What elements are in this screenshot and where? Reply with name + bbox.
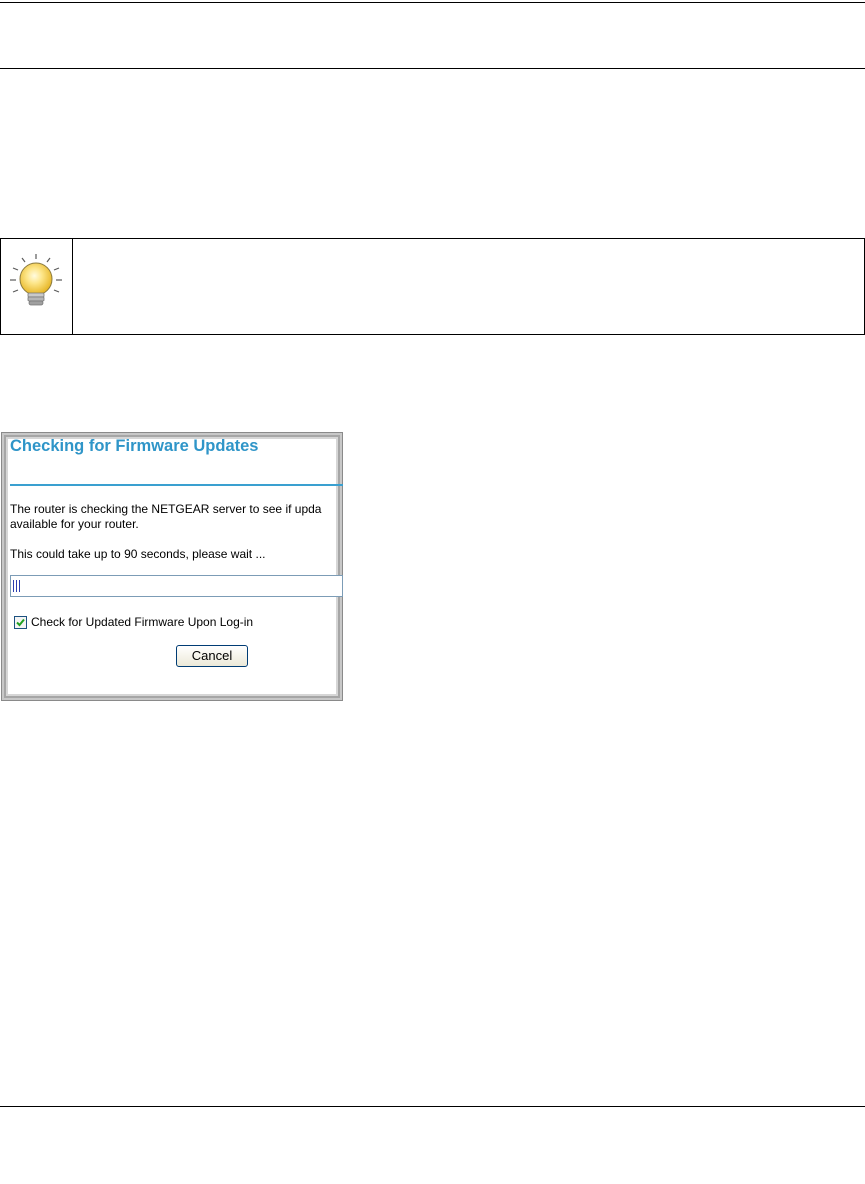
checkmark-icon	[16, 618, 25, 627]
progress-bar	[10, 575, 343, 597]
tip-callout	[0, 238, 865, 335]
firmware-update-dialog: Checking for Firmware Updates The router…	[1, 432, 343, 701]
tip-icon-cell	[1, 239, 73, 334]
message-line-2: available for your router.	[10, 517, 139, 531]
cancel-button[interactable]: Cancel	[176, 645, 248, 667]
header-rule-top	[0, 2, 865, 3]
footer-rule	[0, 1106, 865, 1107]
check-firmware-checkbox[interactable]	[14, 616, 27, 629]
title-divider	[10, 484, 343, 486]
header-rule-bottom	[0, 68, 865, 69]
message-line-1: The router is checking the NETGEAR serve…	[10, 502, 322, 516]
lightbulb-icon	[10, 254, 62, 306]
wait-message: This could take up to 90 seconds, please…	[10, 547, 266, 561]
checkbox-label[interactable]: Check for Updated Firmware Upon Log-in	[31, 615, 253, 630]
progress-fill	[13, 580, 20, 592]
dialog-title: Checking for Firmware Updates	[10, 437, 259, 455]
